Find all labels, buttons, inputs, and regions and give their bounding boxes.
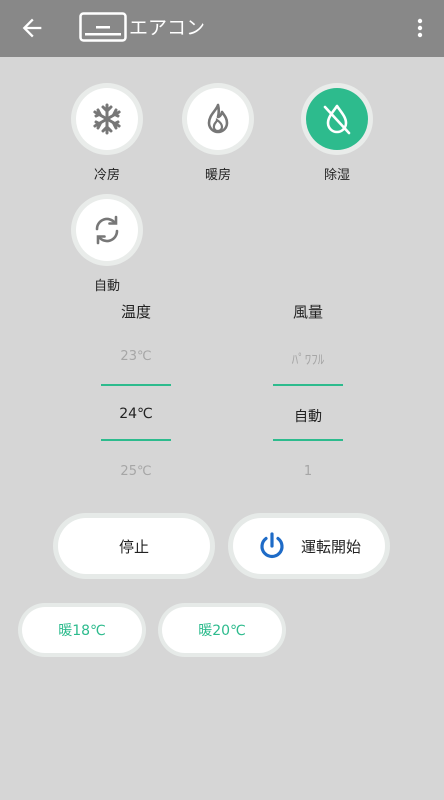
snowflake-icon (93, 103, 121, 135)
sync-icon (95, 215, 119, 245)
preset-heat-20-button[interactable]: 暖20℃ (162, 607, 282, 653)
fan-selected[interactable]: 自動 (258, 406, 358, 426)
fan-title: 風量 (292, 303, 323, 321)
preset-heat-18-label: 暖18℃ (58, 623, 106, 639)
mode-auto-button[interactable]: 自動 (62, 199, 152, 294)
no-drop-icon (323, 104, 351, 135)
temperature-title: 温度 (120, 303, 151, 321)
more-vert-icon[interactable] (408, 14, 432, 42)
stop-button[interactable]: 停止 (58, 518, 210, 574)
preset-heat-18-button[interactable]: 暖18℃ (22, 607, 142, 653)
temperature-selection-line-top (101, 384, 171, 386)
mode-dehumidify-circle[interactable] (306, 88, 368, 150)
stop-button-label: 停止 (118, 537, 149, 556)
fan-selection-line-top (273, 384, 343, 386)
start-operation-label: 運転開始 (300, 537, 361, 556)
air-conditioner-icon (79, 12, 127, 42)
mode-heat-circle[interactable] (187, 88, 249, 150)
temperature-option-below[interactable]: 25℃ (86, 464, 186, 479)
mode-heat-button[interactable]: 暖房 (173, 88, 263, 183)
temperature-selected[interactable]: 24℃ (86, 406, 186, 422)
mode-cool-button[interactable]: 冷房 (62, 88, 152, 183)
mode-auto-circle[interactable] (76, 199, 138, 261)
fan-option-below[interactable]: 1 (258, 464, 358, 479)
fan-option-above[interactable]: ﾊﾟﾜﾌﾙ (258, 349, 358, 368)
arrow-left-icon[interactable] (18, 14, 46, 42)
mode-auto-label: 自動 (93, 279, 120, 294)
app-title: エアコン (129, 17, 206, 39)
power-icon (260, 532, 284, 559)
temperature-option-above[interactable]: 23℃ (86, 349, 186, 364)
app-bar: エアコン (0, 0, 444, 57)
temperature-selection-line-bottom (101, 439, 171, 441)
mode-dehumidify-button[interactable]: 除湿 (292, 88, 382, 183)
mode-dehumidify-label: 除湿 (323, 168, 350, 183)
flame-icon (207, 103, 229, 134)
mode-cool-circle[interactable] (76, 88, 138, 150)
fan-selection-line-bottom (273, 439, 343, 441)
preset-heat-20-label: 暖20℃ (198, 623, 246, 639)
mode-cool-label: 冷房 (93, 168, 120, 183)
mode-heat-label: 暖房 (204, 168, 231, 183)
start-operation-button[interactable]: 運転開始 (233, 518, 385, 574)
